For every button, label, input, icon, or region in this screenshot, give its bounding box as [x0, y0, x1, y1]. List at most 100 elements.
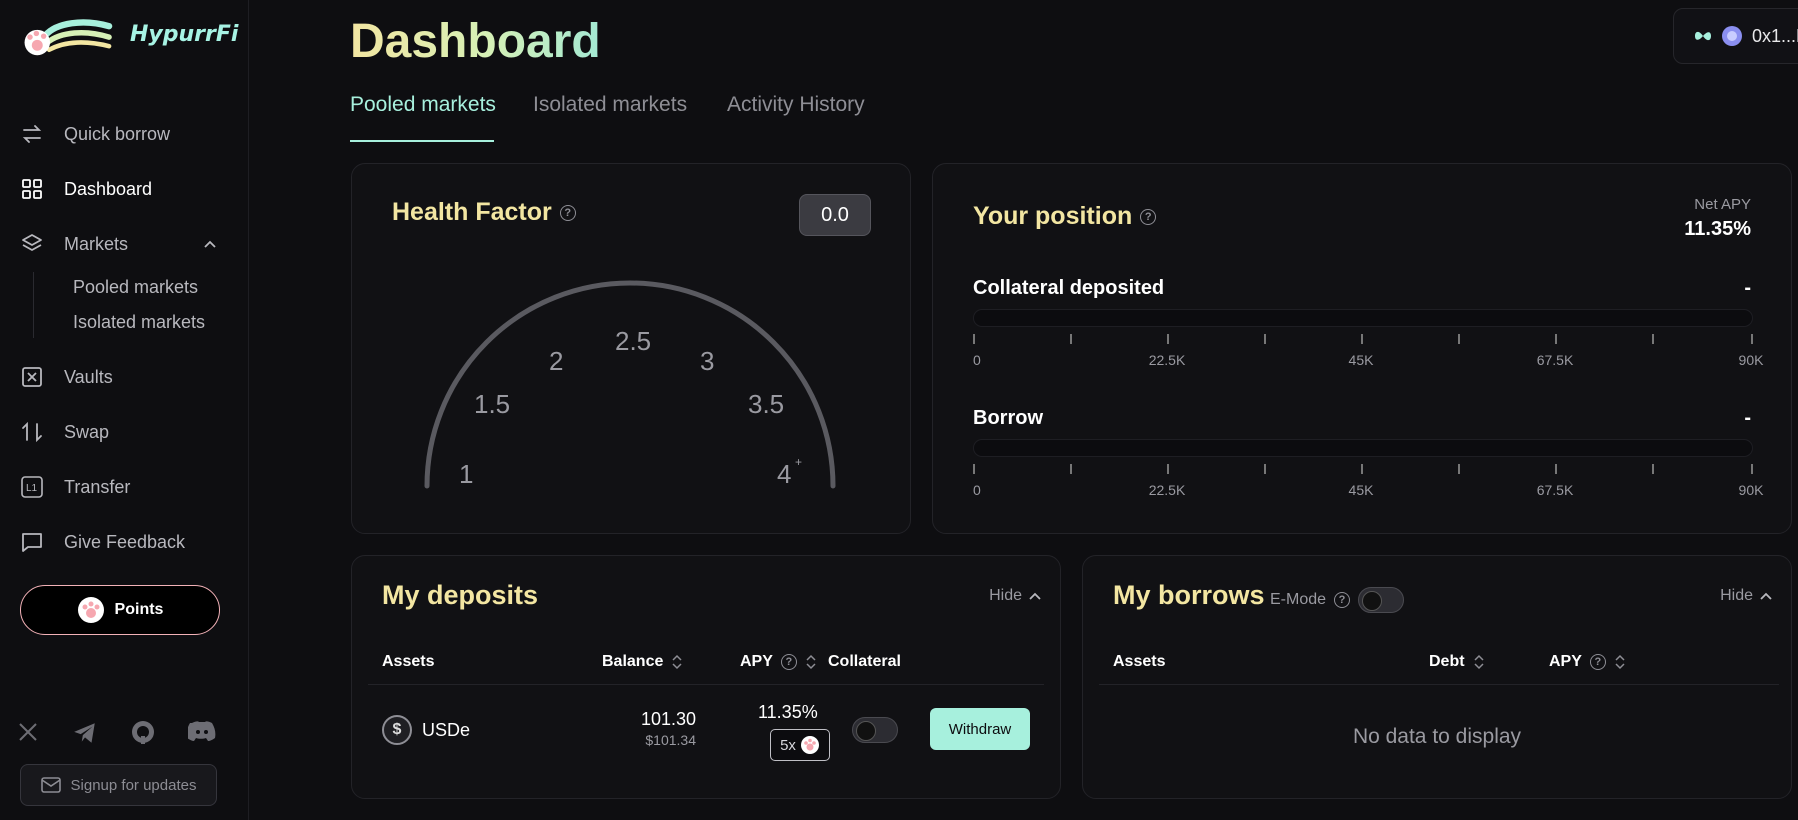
sidebar-item-label: Transfer	[64, 476, 131, 497]
sort-icon	[1615, 654, 1625, 670]
balance-value: 101.30	[640, 709, 696, 729]
help-icon[interactable]: ?	[1589, 654, 1606, 670]
axis-tick: 90K	[1738, 352, 1764, 368]
grid-icon	[20, 177, 44, 201]
col-balance[interactable]: Balance	[602, 653, 683, 671]
points-label: Points	[114, 601, 164, 618]
wallet-address: 0x1...E	[1752, 25, 1798, 46]
axis-tick: 67.5K	[1536, 352, 1574, 368]
your-position-card: Your position ? Net APY 11.35% Collatera…	[932, 163, 1792, 534]
col-apy-label: APY	[740, 653, 773, 670]
sidebar-item-markets[interactable]: Markets	[20, 232, 128, 256]
emode-toggle[interactable]	[1358, 587, 1405, 613]
avatar-icon	[1722, 26, 1742, 46]
sidebar-item-label: Give Feedback	[64, 531, 186, 552]
github-icon[interactable]	[131, 720, 157, 746]
emode-control: E-Mode ?	[1270, 587, 1405, 613]
col-debt[interactable]: Debt	[1429, 653, 1485, 671]
sidebar-item-quick-borrow[interactable]: Quick borrow	[20, 122, 170, 146]
borrows-hide-button[interactable]: Hide	[1720, 587, 1773, 605]
sort-icon	[806, 654, 816, 670]
tab-pooled-markets[interactable]: Pooled markets	[350, 93, 496, 117]
sidebar-item-label: Dashboard	[64, 178, 153, 199]
signup-button[interactable]: Signup for updates	[20, 764, 217, 806]
telegram-icon[interactable]	[72, 720, 98, 746]
submenu-line	[33, 272, 34, 338]
gauge-label-plus: +	[795, 455, 802, 469]
sidebar-item-swap[interactable]: Swap	[20, 420, 109, 444]
sidebar-item-label: Swap	[64, 421, 110, 442]
col-apy[interactable]: APY ?	[1549, 653, 1626, 671]
sort-icon	[672, 654, 682, 670]
hyperliquid-icon	[1695, 31, 1711, 41]
arrows-swap-icon	[20, 122, 44, 146]
borrow-bar	[973, 439, 1753, 457]
col-debt-label: Debt	[1429, 653, 1465, 670]
collateral-bar	[973, 309, 1753, 327]
balance-usd: $101.34	[645, 732, 696, 748]
help-icon[interactable]: ?	[559, 204, 576, 221]
help-icon[interactable]: ?	[1334, 592, 1351, 608]
tab-isolated-markets[interactable]: Isolated markets	[533, 93, 687, 117]
col-apy-label: APY	[1549, 653, 1582, 670]
col-apy[interactable]: APY ?	[740, 653, 817, 671]
sidebar-item-transfer[interactable]: L1 Transfer	[20, 475, 130, 499]
sidebar-item-vaults[interactable]: Vaults	[20, 365, 113, 389]
health-factor-value: 0.0	[799, 194, 871, 236]
help-icon[interactable]: ?	[1140, 208, 1157, 225]
vault-icon	[20, 365, 44, 389]
your-position-title-text: Your position	[973, 202, 1133, 230]
tab-activity-history[interactable]: Activity History	[727, 93, 865, 117]
gauge-label-3: 3	[700, 346, 714, 376]
borrow-label: Borrow	[973, 407, 1043, 429]
net-apy-label: Net APY	[1694, 196, 1751, 213]
empty-state: No data to display	[1352, 725, 1522, 748]
hide-label: Hide	[989, 587, 1022, 604]
usde-coin-icon: $	[382, 715, 412, 745]
apy-value: 11.35%	[758, 702, 818, 722]
asset-cell[interactable]: $ USDe	[382, 715, 470, 745]
page-title: Dashboard	[350, 15, 601, 68]
axis-tick: 0	[973, 482, 981, 498]
sidebar-subitem-isolated-markets[interactable]: Isolated markets	[73, 312, 205, 333]
my-deposits-title: My deposits	[382, 580, 539, 610]
gauge-label-3-5: 3.5	[748, 389, 784, 419]
tab-underline	[350, 140, 494, 142]
chat-icon	[20, 530, 44, 554]
borrow-ticks	[973, 464, 1753, 474]
my-deposits-card: My deposits Hide Assets Balance APY ? Co…	[351, 555, 1061, 799]
collateral-toggle[interactable]	[852, 717, 898, 743]
sidebar-item-label: Vaults	[64, 366, 113, 387]
paw-icon	[77, 597, 104, 623]
axis-tick: 67.5K	[1536, 482, 1574, 498]
paw-icon	[800, 736, 819, 754]
col-assets: Assets	[382, 653, 435, 670]
sidebar-item-label: Quick borrow	[64, 123, 171, 144]
points-button[interactable]: Points	[20, 585, 220, 635]
deposits-hide-button[interactable]: Hide	[989, 587, 1042, 605]
axis-tick: 90K	[1738, 482, 1764, 498]
sidebar-item-dashboard[interactable]: Dashboard	[20, 177, 152, 201]
health-gauge: 1 1.5 2 2.5 3 3.5 4 +	[424, 280, 836, 489]
sidebar-subitem-pooled-markets[interactable]: Pooled markets	[73, 277, 198, 298]
help-icon[interactable]: ?	[780, 654, 797, 670]
health-factor-title: Health Factor ?	[392, 198, 576, 227]
sidebar-item-give-feedback[interactable]: Give Feedback	[20, 530, 185, 554]
withdraw-button[interactable]: Withdraw	[930, 708, 1030, 750]
discord-icon[interactable]	[186, 720, 216, 746]
logo-mark-icon	[24, 19, 113, 56]
chevron-up-icon[interactable]	[203, 237, 217, 251]
sidebar: HypurrFi Quick borrow Dashboard Markets …	[0, 0, 249, 820]
points-boost-badge: 5x	[770, 729, 830, 761]
balance-cell: 101.30 $101.34	[641, 709, 696, 748]
svg-text:L1: L1	[26, 483, 38, 494]
net-apy-value: 11.35%	[1684, 218, 1751, 240]
logo[interactable]	[20, 14, 120, 62]
x-twitter-icon[interactable]	[16, 720, 42, 746]
header-divider	[1099, 684, 1779, 685]
collateral-label: Collateral deposited	[973, 277, 1165, 299]
axis-tick: 0	[973, 352, 981, 368]
wallet-button[interactable]: 0x1...E	[1673, 8, 1798, 64]
chevron-up-icon	[1760, 592, 1772, 600]
col-collateral: Collateral	[828, 653, 901, 670]
